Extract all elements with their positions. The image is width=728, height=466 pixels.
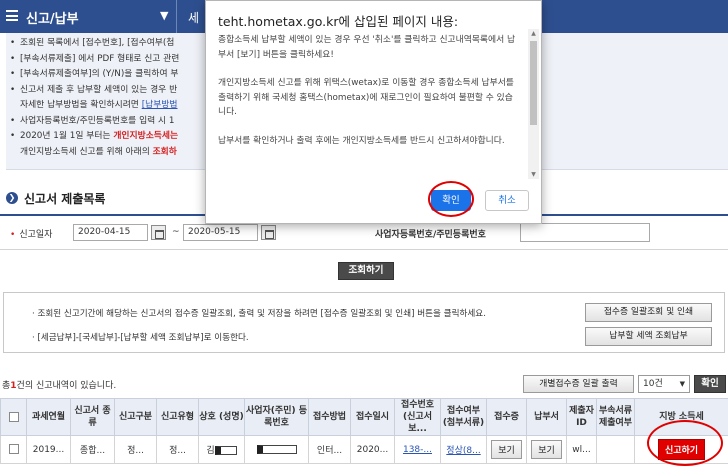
section-title: ❯ 신고서 제출목록: [6, 190, 105, 206]
scroll-down-icon[interactable]: ▼: [529, 170, 538, 179]
column-header: 신고유형: [156, 398, 199, 436]
status-link[interactable]: 정상(8...: [446, 446, 480, 456]
cell-id-number: [244, 435, 309, 464]
column-header: 신고구분: [114, 398, 157, 436]
select-all-checkbox[interactable]: [8, 411, 19, 422]
confirm-dialog: teht.hometax.go.kr에 삽입된 페이지 내용: 종합소득세 납부…: [205, 0, 542, 224]
confirm-list-button[interactable]: 확인: [694, 375, 726, 393]
table-row: 2019... 종합... 정... 정... 김 인터... 2020... …: [0, 435, 728, 464]
column-header: 상호 (성명): [198, 398, 245, 436]
cell-type: 종합...: [70, 435, 115, 464]
date-label: 신고일자: [10, 227, 52, 240]
calendar-icon[interactable]: [261, 225, 276, 240]
chevron-down-icon: ▼: [679, 380, 685, 388]
dialog-paragraph: 납부서를 확인하거나 출력 후에는 개인지방소득세를 반드시 신고하셔야합니다.: [218, 135, 505, 146]
cell-datetime: 2020...: [350, 435, 395, 464]
view-bill-button[interactable]: 보기: [531, 440, 562, 459]
column-header: 납부서: [526, 398, 567, 436]
cell-period: 2019...: [26, 435, 71, 464]
notice-line: · [세금납부]-[국세납부]-[납부할 세액 조회납부]로 이동한다.: [32, 333, 249, 343]
notice-line: · 조회된 신고기간에 해당하는 신고서의 접수증 일괄조회, 출력 및 저장을…: [32, 309, 486, 319]
nav-title[interactable]: 신고/납부: [26, 8, 79, 27]
column-header: 제출자 ID: [566, 398, 597, 436]
dialog-message: 종합소득세 납부할 세액이 있는 경우 우선 '취소'를 클릭하고 신고내역목록…: [218, 33, 518, 175]
column-header: 접수방법: [308, 398, 351, 436]
view-receipt-button[interactable]: 보기: [491, 440, 522, 459]
query-button[interactable]: 조회하기: [338, 262, 394, 280]
column-header: 부속서류 제출여부: [596, 398, 635, 436]
calendar-icon[interactable]: [151, 225, 166, 240]
cell-mode: 정...: [156, 435, 199, 464]
scroll-up-icon[interactable]: ▲: [529, 29, 538, 38]
column-header: 과세연월: [26, 398, 71, 436]
cell-receipt-no[interactable]: 138-...: [394, 435, 441, 464]
column-header: 사업자(주민) 등록번호: [244, 398, 309, 436]
individual-receipt-print-button[interactable]: 개별접수증 일괄 출력: [523, 375, 634, 393]
receipt-number-link[interactable]: 138-...: [403, 445, 432, 455]
column-header: 접수번호 (신고서보...: [394, 398, 441, 436]
select-all-header[interactable]: [0, 398, 27, 436]
cell-status[interactable]: 정상(8...: [440, 435, 487, 464]
id-number-label: 사업자등록번호/주민등록번호: [375, 230, 486, 240]
dialog-title: teht.hometax.go.kr에 삽입된 페이지 내용:: [218, 14, 459, 29]
payment-method-link[interactable]: [납부방법: [142, 100, 178, 110]
receipt-bulk-print-button[interactable]: 접수증 일괄조회 및 인쇄: [585, 303, 712, 322]
arrow-right-icon: ❯: [6, 192, 18, 204]
nav-divider: [176, 0, 177, 33]
page-size-select[interactable]: 10건 ▼: [638, 375, 690, 393]
masked-text: [256, 444, 297, 454]
date-from-input[interactable]: 2020-04-15: [73, 224, 148, 241]
cell-kind: 정...: [114, 435, 157, 464]
menu-icon[interactable]: [6, 10, 18, 21]
table-header-row: 과세연월 신고서 종류 신고구분 신고유형 상호 (성명) 사업자(주민) 등록…: [0, 398, 728, 436]
dialog-cancel-button[interactable]: 취소: [485, 190, 529, 211]
nav-submenu[interactable]: 세: [188, 9, 199, 26]
dialog-paragraph: 개인지방소득세 신고를 위해 위택스(wetax)로 이동할 경우 종합소득세 …: [218, 78, 514, 117]
highlight-circle: [428, 181, 474, 217]
cell-attachments: [596, 435, 635, 464]
filing-table: 과세연월 신고서 종류 신고구분 신고유형 상호 (성명) 사업자(주민) 등록…: [0, 398, 728, 464]
dialog-scrollbar[interactable]: ▲ ▼: [528, 29, 539, 179]
id-number-input[interactable]: [520, 223, 650, 242]
cell-method: 인터...: [308, 435, 351, 464]
column-header: 접수여부 (첨부서류): [440, 398, 487, 436]
column-header: 접수증: [486, 398, 527, 436]
scroll-thumb[interactable]: [530, 41, 537, 125]
cell-submitter: wl...: [566, 435, 597, 464]
row-checkbox[interactable]: [8, 444, 19, 455]
highlight-circle: [647, 420, 723, 466]
dialog-paragraph: 종합소득세 납부할 세액이 있는 경우 우선 '취소'를 클릭하고 신고내역목록…: [218, 35, 516, 60]
cell-name: 김: [198, 435, 245, 464]
pay-tax-button[interactable]: 납부할 세액 조회납부: [585, 327, 712, 346]
column-header: 접수일시: [350, 398, 395, 436]
date-to-input[interactable]: 2020-05-15: [183, 224, 258, 241]
result-count: 총1건의 신고내역이 있습니다.: [2, 381, 117, 391]
column-header: 신고서 종류: [70, 398, 115, 436]
chevron-down-icon[interactable]: ▼: [160, 9, 168, 22]
date-range-tilde: ~: [172, 227, 180, 237]
masked-text: [214, 446, 237, 455]
